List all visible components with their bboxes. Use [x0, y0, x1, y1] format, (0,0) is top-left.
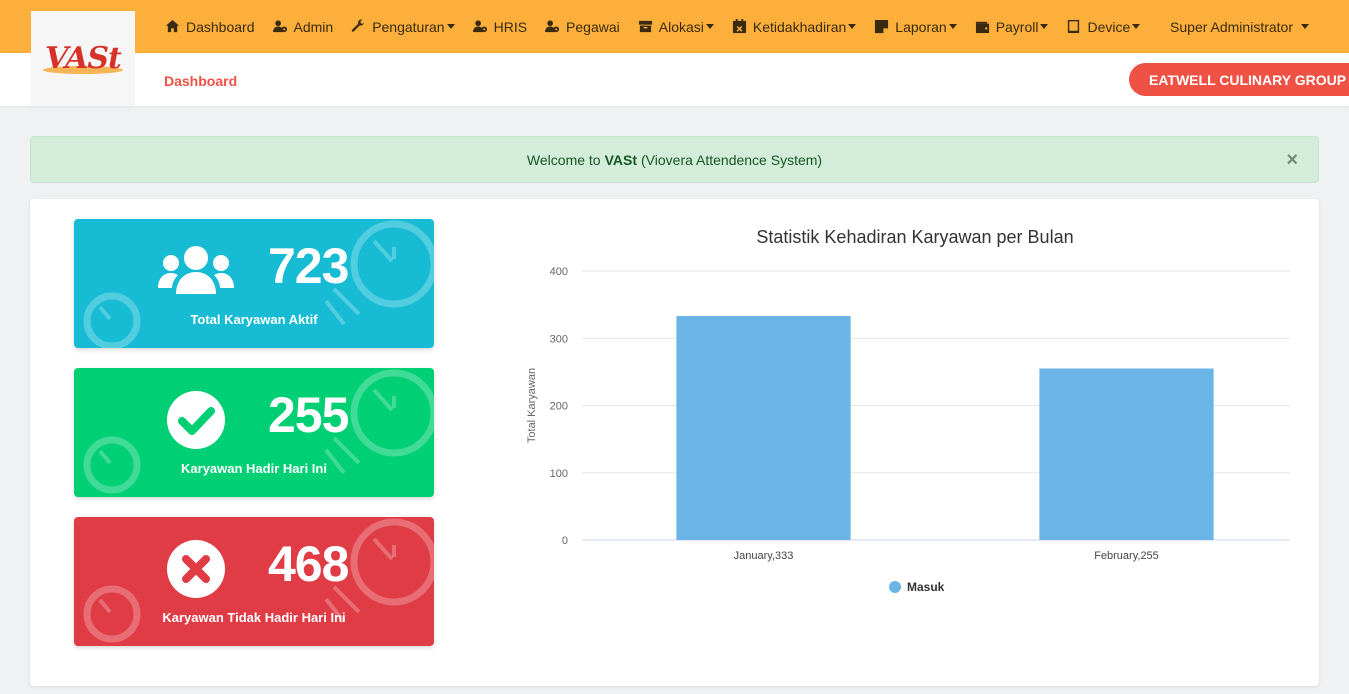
- sub-header: Dashboard EATWELL CULINARY GROUP: [0, 53, 1349, 106]
- alert-suffix: (Viovera Attendence System): [641, 151, 823, 168]
- stopwatch-decoration-icon: [83, 369, 434, 494]
- user-menu-label: Super Administrator: [1170, 18, 1293, 35]
- tablet-icon: [1068, 19, 1080, 34]
- home-icon: [165, 19, 180, 33]
- nav-item-hris[interactable]: HRIS: [472, 18, 528, 35]
- nav-item-label: Pengaturan: [372, 18, 445, 35]
- nav-item-label: Device: [1087, 18, 1131, 35]
- users-cog-icon: [472, 20, 487, 33]
- y-axis-label: Total Karyawan: [526, 368, 538, 443]
- check-circle-icon: [156, 390, 236, 450]
- stat-value: 723: [268, 238, 349, 294]
- calendar-times-icon: [732, 19, 746, 34]
- stat-label: Karyawan Tidak Hadir Hari Ini: [162, 610, 346, 625]
- main-nav: Dashboard Admin Pengaturan HRIS Pegawai Aloka…: [165, 0, 1158, 53]
- wrench-icon: [352, 19, 365, 32]
- nav-item-label: Alokasi: [658, 18, 704, 35]
- y-tick-label: 100: [550, 468, 568, 480]
- breadcrumb[interactable]: Dashboard: [164, 73, 237, 89]
- nav-item-label: Payroll: [995, 18, 1039, 35]
- legend-marker: [889, 581, 901, 593]
- nav-item-label: Ketidakhadiran: [752, 18, 847, 35]
- users-cog-icon: [545, 20, 560, 33]
- chevron-down-icon: [1132, 24, 1141, 29]
- stat-value: 255: [268, 387, 349, 443]
- attendance-bar-chart: Statistik Kehadiran Karyawan per Bulan 0 1…: [526, 227, 1290, 594]
- y-tick-label: 300: [550, 333, 568, 345]
- stopwatch-decoration-icon: [83, 220, 434, 348]
- nav-item-dashboard[interactable]: Dashboard: [165, 19, 255, 35]
- alert-brand: VASt: [604, 151, 638, 168]
- app-logo[interactable]: VASt: [31, 11, 135, 106]
- sticky-note-icon: [875, 19, 889, 34]
- nav-item-laporan[interactable]: Laporan: [874, 18, 957, 35]
- stat-card-total[interactable]: 723 Total Karyawan Aktif: [74, 219, 434, 348]
- alert-prefix: Welcome to: [526, 151, 601, 168]
- welcome-alert: Welcome to VASt (Viovera Attendence Syst…: [30, 136, 1319, 183]
- users-cog-icon: [272, 20, 287, 33]
- x-tick-label: January,333: [734, 550, 794, 562]
- chart-title: Statistik Kehadiran Karyawan per Bulan: [756, 227, 1073, 247]
- nav-item-alokasi[interactable]: Alokasi: [638, 19, 714, 35]
- stat-value: 468: [268, 536, 349, 592]
- nav-item-label: HRIS: [493, 18, 528, 35]
- user-menu[interactable]: Super Administrator: [1170, 0, 1309, 53]
- nav-item-admin[interactable]: Admin: [272, 18, 334, 35]
- chevron-down-icon: [1301, 24, 1309, 29]
- bar-january: [676, 316, 851, 540]
- nav-item-ketidakhadiran[interactable]: Ketidakhadiran: [732, 18, 857, 35]
- chevron-down-icon: [705, 24, 714, 29]
- nav-item-device[interactable]: Device: [1066, 18, 1141, 35]
- archive-icon: [638, 20, 652, 33]
- stat-card-present[interactable]: 255 Karyawan Hadir Hari Ini: [74, 368, 434, 497]
- nav-item-pengaturan[interactable]: Pengaturan: [351, 18, 455, 35]
- wallet-icon: [975, 21, 989, 34]
- nav-item-payroll[interactable]: Payroll: [975, 19, 1049, 35]
- x-tick-label: February,255: [1094, 550, 1159, 562]
- company-button[interactable]: EATWELL CULINARY GROUP: [1129, 63, 1349, 96]
- y-tick-label: 0: [562, 535, 568, 547]
- nav-item-label: Laporan: [895, 18, 947, 35]
- nav-item-label: Dashboard: [186, 18, 255, 35]
- bar-february: [1039, 368, 1214, 540]
- stat-label: Karyawan Hadir Hari Ini: [181, 461, 327, 476]
- users-icon: [156, 241, 236, 301]
- chevron-down-icon: [848, 24, 857, 29]
- nav-item-label: Pegawai: [566, 18, 620, 35]
- legend-label: Masuk: [907, 580, 945, 594]
- y-tick-label: 200: [550, 401, 568, 413]
- times-circle-icon: [156, 539, 236, 599]
- dashboard-card: 723 Total Karyawan Aktif 255 Karyawan Ha…: [30, 199, 1319, 686]
- chevron-down-icon: [1040, 24, 1049, 29]
- top-navbar: Dashboard Admin Pengaturan HRIS Pegawai Aloka…: [0, 0, 1349, 53]
- y-tick-label: 400: [550, 266, 568, 278]
- stopwatch-decoration-icon: [83, 518, 434, 643]
- stat-label: Total Karyawan Aktif: [190, 312, 318, 327]
- stat-card-absent[interactable]: 468 Karyawan Tidak Hadir Hari Ini: [74, 517, 434, 646]
- close-icon[interactable]: ×: [1286, 150, 1298, 170]
- chevron-down-icon: [948, 24, 957, 29]
- chevron-down-icon: [446, 24, 455, 29]
- nav-item-label: Admin: [293, 18, 334, 35]
- nav-item-pegawai[interactable]: Pegawai: [545, 19, 620, 35]
- logo-text: VASt: [45, 41, 122, 76]
